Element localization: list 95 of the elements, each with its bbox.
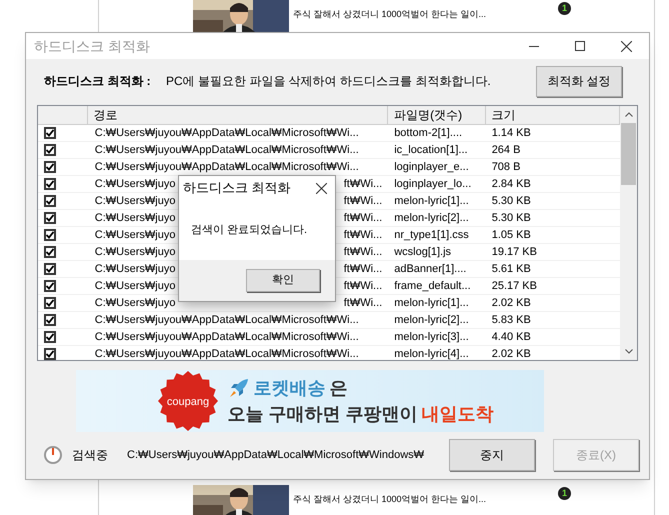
checkbox[interactable] bbox=[44, 331, 56, 343]
scrollbar-thumb[interactable] bbox=[621, 123, 636, 185]
table-cell-text: 2.02 KB bbox=[490, 347, 532, 360]
checkbox[interactable] bbox=[44, 229, 56, 241]
table-cell-text: 5.83 KB bbox=[490, 313, 532, 328]
scroll-up-icon[interactable] bbox=[624, 112, 632, 117]
table-cell-text: loginplayer_lo... bbox=[393, 177, 472, 192]
table-cell-text: ft₩Wi... bbox=[344, 262, 382, 277]
table-cell-text: 5.61 KB bbox=[490, 262, 532, 277]
dialog-message: 검색이 완료되었습니다. bbox=[191, 222, 308, 238]
table-cell-text: 5.30 KB bbox=[490, 194, 532, 209]
checkbox[interactable] bbox=[44, 127, 56, 139]
info-badge: 1 bbox=[558, 487, 571, 500]
column-header[interactable]: 경로 bbox=[88, 106, 388, 124]
window-title: 하드디스크 최적화 bbox=[34, 36, 150, 56]
table-cell-text: 264 B bbox=[490, 143, 522, 158]
table-cell-text: ft₩Wi... bbox=[344, 228, 382, 243]
table-cell-text: melon-lyric[3]... bbox=[393, 330, 470, 345]
table-cell-text: 4.40 KB bbox=[490, 330, 532, 345]
checkbox[interactable] bbox=[44, 144, 56, 156]
power-icon bbox=[43, 445, 63, 465]
checkbox[interactable] bbox=[44, 195, 56, 207]
checkbox[interactable] bbox=[44, 246, 56, 258]
stop-button[interactable]: 중지 bbox=[449, 439, 535, 471]
table-cell-text: C:₩Users₩juyo bbox=[94, 177, 176, 192]
checkbox[interactable] bbox=[44, 212, 56, 224]
table-cell-text: ft₩Wi... bbox=[344, 211, 382, 226]
column-header[interactable]: 파일명(갯수) bbox=[388, 106, 486, 124]
table-cell-text: C:₩Users₩juyo bbox=[94, 262, 176, 277]
banner-text: 은 bbox=[330, 377, 348, 400]
table-cell-text: nr_type1[1].css bbox=[393, 228, 470, 243]
dialog-title: 하드디스크 최적화 bbox=[183, 179, 292, 198]
table-cell-text: melon-lyric[2]... bbox=[393, 313, 470, 328]
checkbox[interactable] bbox=[44, 178, 56, 190]
scroll-down-icon[interactable] bbox=[624, 349, 632, 354]
table-cell-text: melon-lyric[1]... bbox=[393, 296, 470, 311]
table-cell-text: C:₩Users₩juyo bbox=[94, 211, 176, 226]
table-cell-text: C:₩Users₩juyo bbox=[94, 279, 176, 294]
table-cell-text: ft₩Wi... bbox=[344, 279, 382, 294]
maximize-icon[interactable] bbox=[575, 41, 585, 51]
table-cell-text: C:₩Users₩juyou₩AppData₩Local₩Microsoft₩Wi... bbox=[94, 143, 360, 158]
table-cell-text: bottom-2[1].... bbox=[393, 126, 464, 141]
table-cell-text: melon-lyric[2]... bbox=[393, 211, 470, 226]
table-cell-text: C:₩Users₩juyou₩AppData₩Local₩Microsoft₩Wi... bbox=[94, 347, 360, 360]
table-cell-text: C:₩Users₩juyo bbox=[94, 228, 176, 243]
table-cell-text: 1.05 KB bbox=[490, 228, 532, 243]
table-cell-text: ic_location[1]... bbox=[393, 143, 469, 158]
checkbox[interactable] bbox=[44, 297, 56, 309]
description-text: PC에 불필요한 파일을 삭제하여 하드디스크를 최적화합니다. bbox=[166, 73, 492, 90]
rocket-icon bbox=[228, 377, 250, 399]
table-cell-text: ft₩Wi... bbox=[344, 296, 382, 311]
table-cell-text: adBanner[1].... bbox=[393, 262, 468, 277]
info-badge: 1 bbox=[558, 2, 571, 15]
table-cell-text: C:₩Users₩juyo bbox=[94, 194, 176, 209]
table-cell-text: C:₩Users₩juyo bbox=[94, 245, 176, 260]
banner-text: 로켓배송 bbox=[254, 377, 326, 400]
section-label: 하드디스크 최적화 : bbox=[44, 73, 152, 90]
checkbox[interactable] bbox=[44, 348, 56, 360]
table-cell-text: frame_default... bbox=[393, 279, 472, 294]
table-cell-text: wcslog[1].js bbox=[393, 245, 452, 260]
checkbox[interactable] bbox=[44, 280, 56, 292]
news-headline[interactable]: 주식 잘해서 상겼더니 1000억벌어 한다는 일이... bbox=[293, 493, 486, 506]
table-cell-text: loginplayer_e... bbox=[393, 160, 470, 175]
table-cell-text: 25.17 KB bbox=[490, 279, 538, 294]
table-cell-text: 2.84 KB bbox=[490, 177, 532, 192]
table-cell-text: 1.14 KB bbox=[490, 126, 532, 141]
current-path-text: C:₩Users₩juyou₩AppData₩Local₩Microsoft₩Windows₩ bbox=[127, 448, 426, 463]
close-icon[interactable] bbox=[316, 182, 327, 194]
checkbox[interactable] bbox=[44, 263, 56, 275]
status-label: 검색중 bbox=[72, 447, 109, 464]
table-cell-text: 5.30 KB bbox=[490, 211, 532, 226]
table-cell-text: C:₩Users₩juyo bbox=[94, 296, 176, 311]
close-icon[interactable] bbox=[620, 40, 632, 52]
ad-banner[interactable]: coupang 로켓배송 은 오늘 구매하면 쿠팡맨이 내일도착 bbox=[76, 370, 544, 432]
table-cell-text: ft₩Wi... bbox=[344, 194, 382, 209]
table-cell-text: melon-lyric[4]... bbox=[393, 347, 470, 360]
scrollbar[interactable] bbox=[620, 106, 637, 360]
table-cell-text: 2.02 KB bbox=[490, 296, 532, 311]
checkbox[interactable] bbox=[44, 161, 56, 173]
table-cell-text: 708 B bbox=[490, 160, 522, 175]
table-cell-text: C:₩Users₩juyou₩AppData₩Local₩Microsoft₩Wi... bbox=[94, 313, 360, 328]
banner-text: 내일도착 bbox=[422, 403, 494, 426]
coupang-logo: coupang bbox=[158, 371, 218, 431]
table-cell-text: ft₩Wi... bbox=[344, 177, 382, 192]
table-cell-text: melon-lyric[1]... bbox=[393, 194, 470, 209]
ok-button[interactable]: 확인 bbox=[246, 269, 320, 292]
table-cell-text: 19.17 KB bbox=[490, 245, 538, 260]
table-cell-text: C:₩Users₩juyou₩AppData₩Local₩Microsoft₩Wi... bbox=[94, 330, 360, 345]
news-headline[interactable]: 주식 잘해서 상겼더니 1000억벌어 한다는 일이... bbox=[293, 8, 486, 22]
table-cell-text: C:₩Users₩juyou₩AppData₩Local₩Microsoft₩Wi... bbox=[94, 126, 360, 141]
settings-button[interactable]: 최적화 설정 bbox=[536, 66, 622, 96]
table-cell-text: C:₩Users₩juyou₩AppData₩Local₩Microsoft₩Wi... bbox=[94, 160, 360, 175]
banner-text: 오늘 구매하면 쿠팡맨이 bbox=[228, 403, 418, 426]
checkbox[interactable] bbox=[44, 314, 56, 326]
table-cell-text: ft₩Wi... bbox=[344, 245, 382, 260]
